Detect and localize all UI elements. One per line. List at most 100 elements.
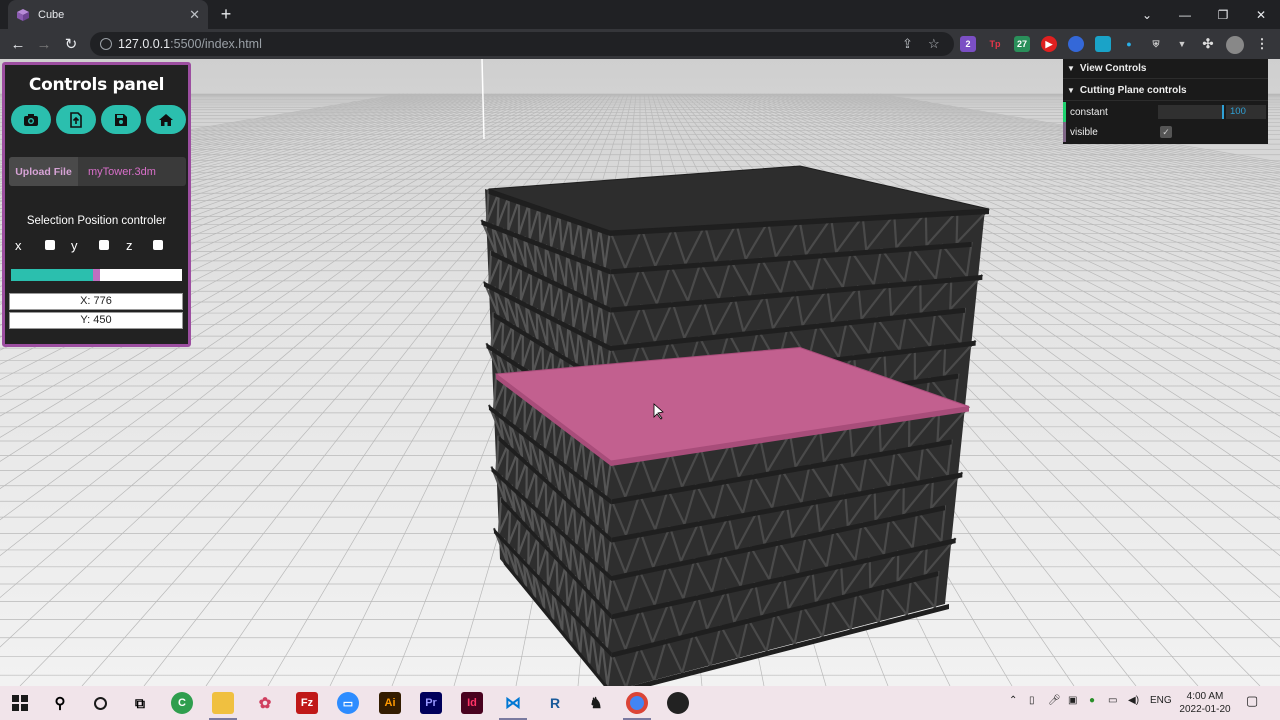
file-explorer-icon[interactable] [212, 692, 234, 714]
tab-search-icon[interactable]: ⌄ [1128, 0, 1166, 29]
position-slider-thumb[interactable] [92, 269, 100, 281]
view-controls-folder[interactable]: ▼ View Controls [1063, 59, 1268, 79]
rhino-icon[interactable]: ♞ [585, 692, 607, 714]
reload-button[interactable]: ↻ [60, 33, 82, 55]
premiere-icon[interactable]: Pr [420, 692, 442, 714]
new-tab-button[interactable]: + [216, 4, 236, 25]
save-button[interactable] [101, 105, 141, 134]
puzzle-extensions-icon[interactable]: ✣ [1200, 36, 1216, 52]
home-icon [159, 113, 173, 126]
cutting-plane-folder[interactable]: ▼ Cutting Plane controls [1063, 81, 1268, 101]
bookmark-star-icon[interactable]: ☆ [928, 36, 940, 52]
display-icon[interactable]: ▣ [1068, 695, 1077, 706]
extension-icon-record[interactable]: ▶ [1041, 36, 1057, 52]
vuetify-icon[interactable]: ▼ [1174, 36, 1190, 52]
save-icon [115, 113, 127, 126]
visible-row: visible ✓ [1063, 122, 1268, 142]
extension-icon-globe[interactable] [1068, 36, 1084, 52]
selection-heading: Selection Position controler [26, 215, 167, 227]
clock-time: 4:00 AM [1186, 691, 1224, 702]
chevron-up-icon[interactable]: ⌃ [1009, 695, 1017, 706]
share-icon[interactable]: ⇪ [902, 36, 913, 52]
microphone-icon[interactable]: 🎤︎ [1048, 695, 1061, 706]
axis-z-label: z [126, 238, 133, 253]
chrome-icon[interactable] [626, 692, 648, 714]
uploaded-file-name: myTower.3dm [88, 165, 156, 178]
clock[interactable]: 4:00 AM 2022-01-20 [1172, 690, 1238, 716]
shield-icon[interactable]: ⛨ [1148, 36, 1164, 52]
profile-avatar[interactable] [1226, 36, 1244, 54]
volume-icon[interactable]: ◀) [1128, 695, 1139, 706]
site-info-icon[interactable] [100, 38, 112, 50]
windows-start-icon[interactable] [9, 692, 31, 714]
extension-icon-screen[interactable] [1095, 36, 1111, 52]
search-icon[interactable]: ⚲ [49, 692, 71, 714]
position-slider[interactable] [11, 269, 182, 281]
coord-x-readout: X: 776 [9, 293, 183, 310]
close-window-button[interactable]: ✕ [1242, 0, 1280, 29]
scene-canvas[interactable] [0, 59, 1280, 686]
gui-panel: ▼ View Controls ▼ Cutting Plane controls… [1063, 59, 1268, 144]
axis-checkbox-row: x y z [15, 238, 175, 254]
constant-label: constant [1070, 106, 1108, 118]
controls-panel: Controls panel Upload File myTower.3dm S… [2, 62, 191, 347]
coord-y-readout: Y: 450 [9, 312, 183, 329]
extension-icon-tp[interactable]: Tp [987, 36, 1003, 52]
screenshot-button[interactable] [11, 105, 51, 134]
camera-icon [24, 113, 38, 126]
indesign-icon[interactable]: Id [461, 692, 483, 714]
cortana-icon[interactable] [89, 692, 111, 714]
clock-date: 2022-01-20 [1179, 704, 1231, 715]
vscode-icon[interactable]: ⋈ [502, 692, 524, 714]
constant-input[interactable]: 100 [1226, 105, 1266, 119]
address-bar[interactable]: 127.0.0.1:5500/index.html ⇪ ☆ [90, 32, 954, 56]
visible-label: visible [1070, 126, 1098, 138]
obs-icon[interactable] [667, 692, 689, 714]
task-view-icon[interactable]: ⧉ [129, 692, 151, 714]
export-button[interactable] [56, 105, 96, 134]
menu-kebab-icon[interactable]: ⋮ [1254, 36, 1270, 52]
browser-tab[interactable]: Cube ✕ [8, 0, 208, 29]
tower-model[interactable] [480, 165, 990, 686]
home-button[interactable] [146, 105, 186, 134]
close-tab-icon[interactable]: ✕ [189, 7, 200, 23]
extension-icon-counter[interactable]: 27 [1014, 36, 1030, 52]
visible-checkbox[interactable]: ✓ [1160, 126, 1172, 138]
battery-icon[interactable]: ▭ [1108, 695, 1117, 706]
constant-slider[interactable] [1158, 105, 1224, 119]
three-viewport[interactable] [0, 59, 1280, 686]
url-path: :5500/index.html [170, 37, 262, 51]
zoom-icon[interactable]: ▭ [337, 692, 359, 714]
back-button[interactable]: ← [7, 33, 29, 55]
filezilla-icon[interactable]: Fz [296, 692, 318, 714]
git-app-icon[interactable]: ✿ [254, 692, 276, 714]
file-export-icon [70, 111, 82, 128]
chrome-canary-icon[interactable]: C [171, 692, 193, 714]
revit-icon[interactable]: R [544, 692, 566, 714]
windows-taskbar: ⚲ ⧉ C ✿ Fz ▭ Ai Pr Id ⋈ R ♞ ⌃ ▯ 🎤︎ ▣ ● ▭… [0, 686, 1280, 720]
axis-x-checkbox[interactable] [45, 240, 55, 250]
cube-icon [17, 8, 29, 21]
illustrator-icon[interactable]: Ai [379, 692, 401, 714]
maximize-button[interactable]: ❐ [1204, 0, 1242, 29]
axis-z-checkbox[interactable] [153, 240, 163, 250]
tab-bar: Cube ✕ + ⌄ — ❐ ✕ [0, 0, 1280, 29]
tab-title: Cube [38, 8, 65, 21]
notification-icon[interactable]: ▢ [1246, 693, 1258, 709]
axis-x-label: x [15, 238, 22, 253]
axis-y-label: y [71, 238, 78, 253]
sync-icon[interactable]: ● [1089, 695, 1095, 706]
upload-control: Upload File myTower.3dm [9, 157, 186, 186]
axis-y-checkbox[interactable] [99, 240, 109, 250]
position-slider-fill [11, 269, 94, 281]
url-host: 127.0.0.1 [118, 37, 171, 51]
constant-row: constant 100 [1063, 102, 1268, 122]
water-drop-icon[interactable]: ● [1121, 36, 1137, 52]
device-icon[interactable]: ▯ [1029, 695, 1035, 706]
browser-toolbar: ← → ↻ 127.0.0.1:5500/index.html ⇪ ☆ 2 Tp… [0, 29, 1280, 59]
upload-file-button[interactable]: Upload File [9, 157, 78, 186]
language-indicator[interactable]: ENG [1150, 695, 1172, 706]
forward-button[interactable]: → [33, 33, 55, 55]
extension-icon-1[interactable]: 2 [960, 36, 976, 52]
minimize-button[interactable]: — [1166, 0, 1204, 29]
